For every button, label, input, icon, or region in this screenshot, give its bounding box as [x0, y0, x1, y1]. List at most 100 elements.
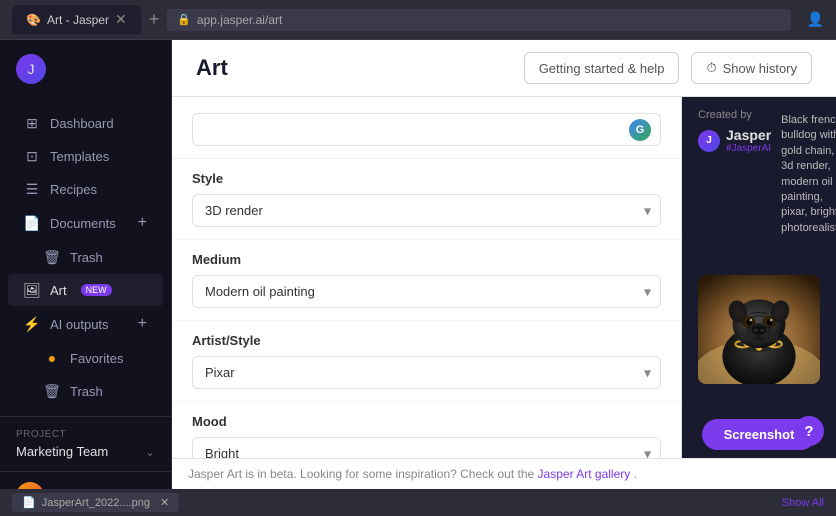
logo-icon: J: [16, 54, 46, 84]
templates-label: Templates: [50, 149, 109, 164]
created-by-label: Created by: [698, 109, 771, 121]
trash2-icon: 🗑: [44, 383, 60, 399]
favorites-icon: ●: [44, 350, 60, 366]
add-output-icon[interactable]: +: [138, 315, 147, 333]
preview-panel: Created by J Jasper #JasperAI Black fren…: [682, 97, 836, 458]
style-select[interactable]: 3D render: [192, 194, 661, 227]
help-button[interactable]: Getting started & help: [524, 52, 680, 84]
art-label: Art: [50, 283, 67, 298]
browser-actions: 👤: [807, 11, 824, 28]
sidebar-item-trash[interactable]: 🗑 Trash: [8, 241, 163, 273]
documents-icon: 📄: [24, 215, 40, 231]
sidebar-item-documents[interactable]: 📄 Documents +: [8, 206, 163, 240]
sidebar-item-trash2[interactable]: 🗑 Trash: [8, 375, 163, 407]
art-badge: NEW: [81, 284, 112, 296]
trash-icon: 🗑: [44, 249, 60, 265]
sidebar-item-ai-outputs[interactable]: ⚡ AI outputs +: [8, 307, 163, 341]
style-section: Style 3D render ▾: [172, 159, 681, 240]
browser-tab[interactable]: 🎨 Art - Jasper ✕: [12, 5, 141, 34]
medium-label: Medium: [192, 252, 661, 267]
address-text: app.jasper.ai/art: [197, 13, 282, 27]
file-close-icon[interactable]: ✕: [160, 496, 169, 509]
brand-tag: #JasperAI: [726, 143, 771, 154]
project-name: Marketing Team: [16, 444, 108, 459]
favorites-label: Favorites: [70, 351, 123, 366]
sidebar-item-dashboard[interactable]: ⊞ Dashboard: [8, 107, 163, 139]
help-icon: ?: [804, 423, 813, 440]
file-bar: 📄 JasperArt_2022....png ✕ Show All: [0, 489, 836, 516]
beta-text: Jasper Art is in beta. Looking for some …: [188, 467, 637, 481]
medium-select[interactable]: Modern oil painting: [192, 275, 661, 308]
recipes-icon: ☰: [24, 181, 40, 197]
project-section: PROJECT Marketing Team ⌄: [0, 416, 171, 471]
tab-close-icon[interactable]: ✕: [115, 11, 127, 28]
show-all-label[interactable]: Show All: [782, 497, 824, 509]
logo-letter: J: [28, 61, 35, 77]
main-content: Art Getting started & help ⏱ Show histor…: [172, 40, 836, 489]
ai-outputs-label: AI outputs: [50, 317, 109, 332]
image-container: [682, 248, 836, 411]
tab-favicon: 🎨: [26, 13, 41, 27]
trash2-label: Trash: [70, 384, 103, 399]
artist-select-wrapper: Pixar ▾: [192, 356, 661, 389]
mood-select-wrapper: Bright ▾: [192, 437, 661, 458]
history-label: Show history: [723, 61, 797, 76]
lock-icon: 🔒: [177, 13, 191, 26]
main-header: Art Getting started & help ⏱ Show histor…: [172, 40, 836, 97]
project-label: PROJECT: [16, 429, 155, 440]
sidebar-item-recipes[interactable]: ☰ Recipes: [8, 173, 163, 205]
project-chevron[interactable]: ⌄: [145, 445, 155, 459]
style-label: Style: [192, 171, 661, 186]
style-select-wrapper: 3D render ▾: [192, 194, 661, 227]
artist-select[interactable]: Pixar: [192, 356, 661, 389]
art-description-input[interactable]: [192, 113, 661, 146]
user-section: JO Jasper Official ⚙: [0, 471, 171, 489]
profile-icon: 👤: [807, 11, 824, 28]
add-document-icon[interactable]: +: [138, 214, 147, 232]
history-button[interactable]: ⏱ Show history: [691, 52, 812, 84]
brand-name: Jasper: [726, 127, 771, 143]
page-title: Art: [196, 55, 228, 81]
dashboard-icon: ⊞: [24, 115, 40, 131]
bottom-bar: Jasper Art is in beta. Looking for some …: [172, 458, 836, 489]
mood-section: Mood Bright ▾: [172, 402, 681, 458]
jasper-gallery-link[interactable]: Jasper Art gallery: [538, 467, 631, 481]
templates-icon: ⊡: [24, 148, 40, 164]
sidebar-item-art[interactable]: 🖼 Art NEW: [8, 274, 163, 306]
recipes-label: Recipes: [50, 182, 97, 197]
jasper-brand-icon: J: [698, 130, 720, 152]
brand-section: Created by J Jasper #JasperAI: [698, 109, 771, 154]
new-tab-button[interactable]: +: [149, 9, 160, 30]
main-body: G Style 3D render ▾ Medium: [172, 97, 836, 458]
file-name: JasperArt_2022....png: [42, 497, 150, 509]
artist-section: Artist/Style Pixar ▾: [172, 321, 681, 402]
mood-select[interactable]: Bright: [192, 437, 661, 458]
address-bar[interactable]: 🔒 app.jasper.ai/art: [167, 9, 790, 31]
generated-image: [698, 275, 820, 385]
medium-select-wrapper: Modern oil painting ▾: [192, 275, 661, 308]
text-input-row: G: [192, 113, 661, 146]
ai-outputs-icon: ⚡: [24, 316, 40, 332]
help-bubble[interactable]: ?: [794, 416, 824, 446]
form-top: G: [172, 97, 681, 159]
g-button[interactable]: G: [629, 119, 651, 141]
artist-label: Artist/Style: [192, 333, 661, 348]
preview-description: Black french bulldog with a gold chain, …: [781, 109, 836, 236]
dashboard-label: Dashboard: [50, 116, 114, 131]
art-icon: 🖼: [24, 282, 40, 298]
tab-label: Art - Jasper: [47, 13, 109, 27]
sidebar: J ⊞ Dashboard ⊡ Templates ☰ Recipes 📄 Do…: [0, 40, 172, 489]
app: J ⊞ Dashboard ⊡ Templates ☰ Recipes 📄 Do…: [0, 40, 836, 489]
browser-chrome: 🎨 Art - Jasper ✕ + 🔒 app.jasper.ai/art 👤: [0, 0, 836, 40]
file-item[interactable]: 📄 JasperArt_2022....png ✕: [12, 493, 179, 512]
medium-section: Medium Modern oil painting ▾: [172, 240, 681, 321]
jasper-brand: J Jasper #JasperAI: [698, 127, 771, 154]
mood-label: Mood: [192, 414, 661, 429]
preview-header: Created by J Jasper #JasperAI Black fren…: [682, 97, 836, 248]
dog-artwork: [698, 275, 820, 385]
avatar: JO: [16, 482, 44, 489]
beta-text-prefix: Jasper Art is in beta. Looking for some …: [188, 467, 534, 481]
sidebar-item-favorites[interactable]: ● Favorites: [8, 342, 163, 374]
sidebar-item-templates[interactable]: ⊡ Templates: [8, 140, 163, 172]
beta-text-suffix: .: [634, 467, 637, 481]
